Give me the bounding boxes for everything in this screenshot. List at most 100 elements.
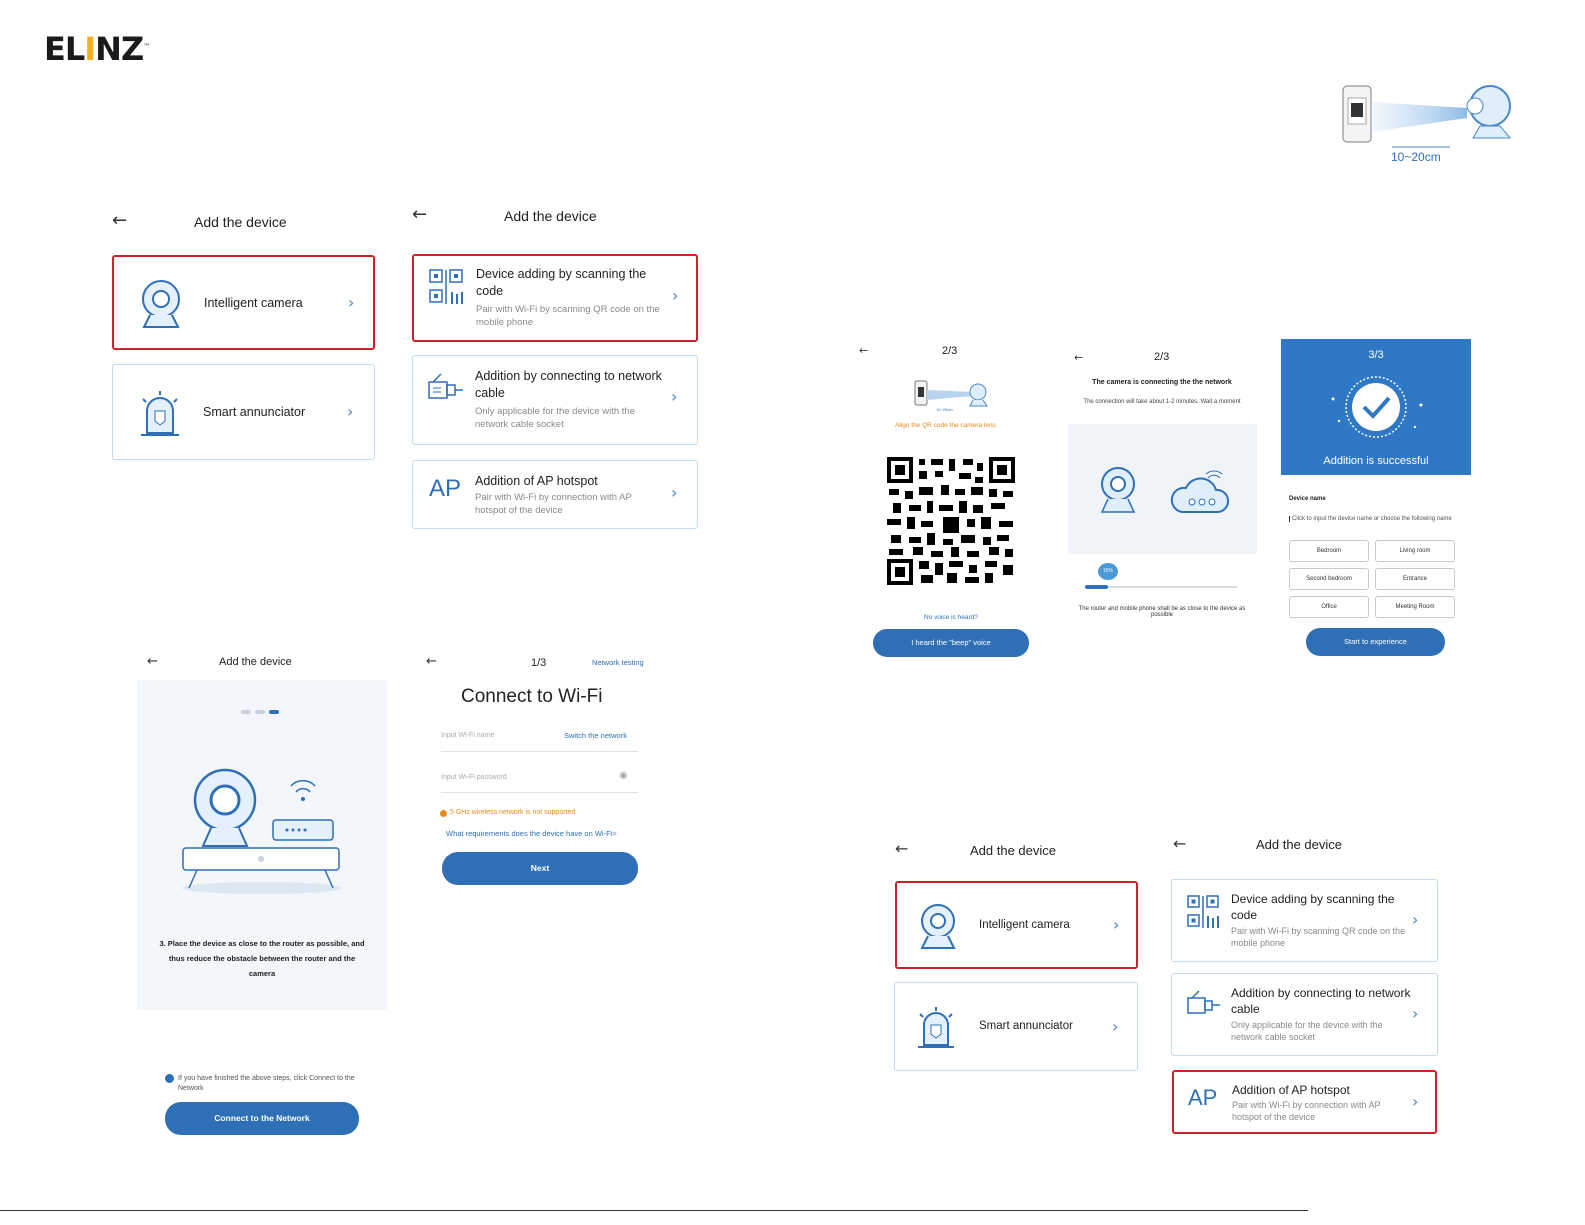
device-label: Smart annunciator [203, 405, 306, 419]
success-check-icon [1331, 376, 1423, 438]
back-arrow-icon[interactable]: ← [412, 204, 427, 225]
network-cable-icon [428, 373, 463, 399]
option-description: Pair with Wi-Fi by scanning QR code on t… [1231, 926, 1406, 948]
back-arrow-icon[interactable]: ← [1074, 351, 1083, 364]
device-card-smart-annunciator[interactable]: Smart annunciator › [112, 364, 375, 460]
qr-scan-icon [1187, 895, 1219, 928]
distance-label: 10~20cm [936, 407, 953, 412]
alarm-icon [918, 1007, 954, 1048]
warning-icon [440, 810, 447, 817]
step-dots [241, 710, 279, 714]
eye-icon[interactable]: ◉ [619, 770, 628, 781]
name-option[interactable]: Second bedroom [1289, 568, 1369, 590]
instruction-panel: 3. Place the device as close to the rout… [137, 680, 387, 1010]
screen-title: Add the device [194, 214, 287, 230]
network-cable-icon [1187, 990, 1220, 1014]
screen-title: Add the device [970, 843, 1057, 858]
divider [441, 751, 638, 752]
chevron-right-icon: › [671, 387, 678, 406]
divider [441, 792, 638, 793]
device-card-smart-annunciator[interactable]: Smart annunciator › [894, 982, 1138, 1071]
next-button[interactable]: Next [442, 852, 638, 885]
option-description: Pair with Wi-Fi by connection with AP ho… [475, 492, 632, 516]
screen-title: Add the device [219, 656, 292, 668]
wifi-password-input[interactable]: Input Wi-Fi password [441, 774, 507, 781]
device-card-intelligent-camera[interactable]: Intelligent camera › [895, 881, 1138, 969]
connecting-heading: The camera is connecting the the network [1092, 379, 1232, 386]
progress-percent: 15% [1097, 563, 1118, 580]
success-banner: 3/3 Addition is successful [1281, 339, 1471, 475]
back-arrow-icon[interactable]: ← [147, 654, 158, 669]
back-arrow-icon[interactable]: ← [426, 654, 437, 669]
chevron-right-icon: › [348, 293, 355, 312]
back-arrow-icon[interactable]: ← [1173, 834, 1186, 853]
option-scan-code[interactable]: Device adding by scanning the code Pair … [1171, 879, 1438, 962]
proximity-note: The router and mobile phone shall be as … [1078, 606, 1246, 618]
option-description: Only applicable for the device with the … [1231, 1020, 1383, 1042]
progress-fill [1085, 585, 1108, 589]
chevron-right-icon: › [1412, 910, 1419, 929]
option-description: Only applicable for the device with the … [475, 406, 636, 430]
wifi-name-input[interactable]: Input Wi-Fi name [441, 732, 494, 739]
option-title: Device adding by scanning the code [1231, 892, 1395, 922]
checkbox-label: If you have finished the above steps, cl… [178, 1075, 355, 1092]
brand-logo: ELINZ™ [44, 30, 151, 68]
name-option[interactable]: Living room [1375, 540, 1455, 562]
network-testing-link[interactable]: Network testing [592, 658, 644, 667]
success-text: Addition is successful [1323, 455, 1429, 467]
device-label: Intelligent camera [204, 296, 303, 310]
device-name-label: Device name [1289, 496, 1326, 502]
step-indicator: 2/3 [942, 345, 958, 357]
footer-rule [0, 1210, 1308, 1211]
option-network-cable[interactable]: Addition by connecting to network cable … [412, 355, 698, 445]
name-option[interactable]: Meeting Room [1375, 596, 1455, 618]
option-title: Addition by connecting to network cable [1231, 986, 1411, 1016]
switch-network-link[interactable]: Switch the network [564, 731, 627, 740]
option-ap-hotspot[interactable]: AP Addition of AP hotspot Pair with Wi-F… [1172, 1070, 1437, 1134]
warning-text: 5 GHz wireless network is not supported [450, 809, 576, 816]
chevron-right-icon: › [1412, 1004, 1419, 1023]
option-title: Addition of AP hotspot [1232, 1083, 1350, 1097]
step-indicator: 1/3 [531, 657, 547, 669]
device-card-intelligent-camera[interactable]: Intelligent camera › [112, 255, 375, 350]
router-camera-illustration [182, 768, 342, 894]
chevron-right-icon: › [1113, 915, 1120, 934]
option-scan-code[interactable]: Device adding by scanning the code Pair … [412, 254, 698, 342]
ap-icon: AP [429, 475, 462, 502]
no-voice-link[interactable]: No voice is heard? [924, 614, 978, 621]
page-title: Connect to Wi-Fi [461, 686, 603, 707]
option-title: Addition by connecting to network cable [475, 369, 662, 400]
start-experience-button[interactable]: Start to experience [1306, 628, 1445, 656]
option-ap-hotspot[interactable]: AP Addition of AP hotspot Pair with Wi-F… [412, 460, 698, 529]
name-option[interactable]: Entrance [1375, 568, 1455, 590]
device-label: Intelligent camera [979, 919, 1070, 931]
name-option[interactable]: Bedroom [1289, 540, 1369, 562]
checkbox-checked-icon[interactable] [165, 1074, 174, 1083]
requirements-link[interactable]: What requirements does the device have o… [446, 829, 617, 838]
chevron-right-icon: › [347, 402, 354, 421]
back-arrow-icon[interactable]: ← [895, 839, 908, 858]
back-arrow-icon[interactable]: ← [112, 210, 127, 231]
name-option[interactable]: Office [1289, 596, 1369, 618]
option-title: Addition of AP hotspot [475, 474, 598, 488]
option-description: Pair with Wi-Fi by connection with AP ho… [1232, 1100, 1381, 1122]
ap-icon: AP [1188, 1085, 1218, 1110]
camera-cloud-icon [1100, 467, 1230, 513]
align-hint: Align the QR code the camera lens [895, 422, 996, 429]
qr-code [885, 455, 1017, 587]
instruction-text: 3. Place the device as close to the rout… [159, 939, 365, 978]
back-arrow-icon[interactable]: ← [859, 344, 868, 357]
progress-track [1085, 585, 1237, 589]
chevron-right-icon: › [1412, 1092, 1419, 1111]
connecting-subtext: The connection will take about 1-2 minut… [1083, 399, 1241, 405]
heard-beep-button[interactable]: I heard the "beep" voice [873, 629, 1029, 657]
device-label: Smart annunciator [979, 1020, 1073, 1032]
chevron-right-icon: › [1112, 1017, 1119, 1036]
option-description: Pair with Wi-Fi by scanning QR code on t… [476, 304, 660, 328]
connect-network-button[interactable]: Connect to the Network [165, 1102, 359, 1135]
camera-icon [142, 280, 180, 328]
step-indicator: 3/3 [1368, 349, 1384, 361]
device-name-input[interactable]: Click to input the device name or choose… [1289, 516, 1452, 522]
option-network-cable[interactable]: Addition by connecting to network cable … [1171, 973, 1438, 1056]
chevron-right-icon: › [672, 286, 679, 305]
